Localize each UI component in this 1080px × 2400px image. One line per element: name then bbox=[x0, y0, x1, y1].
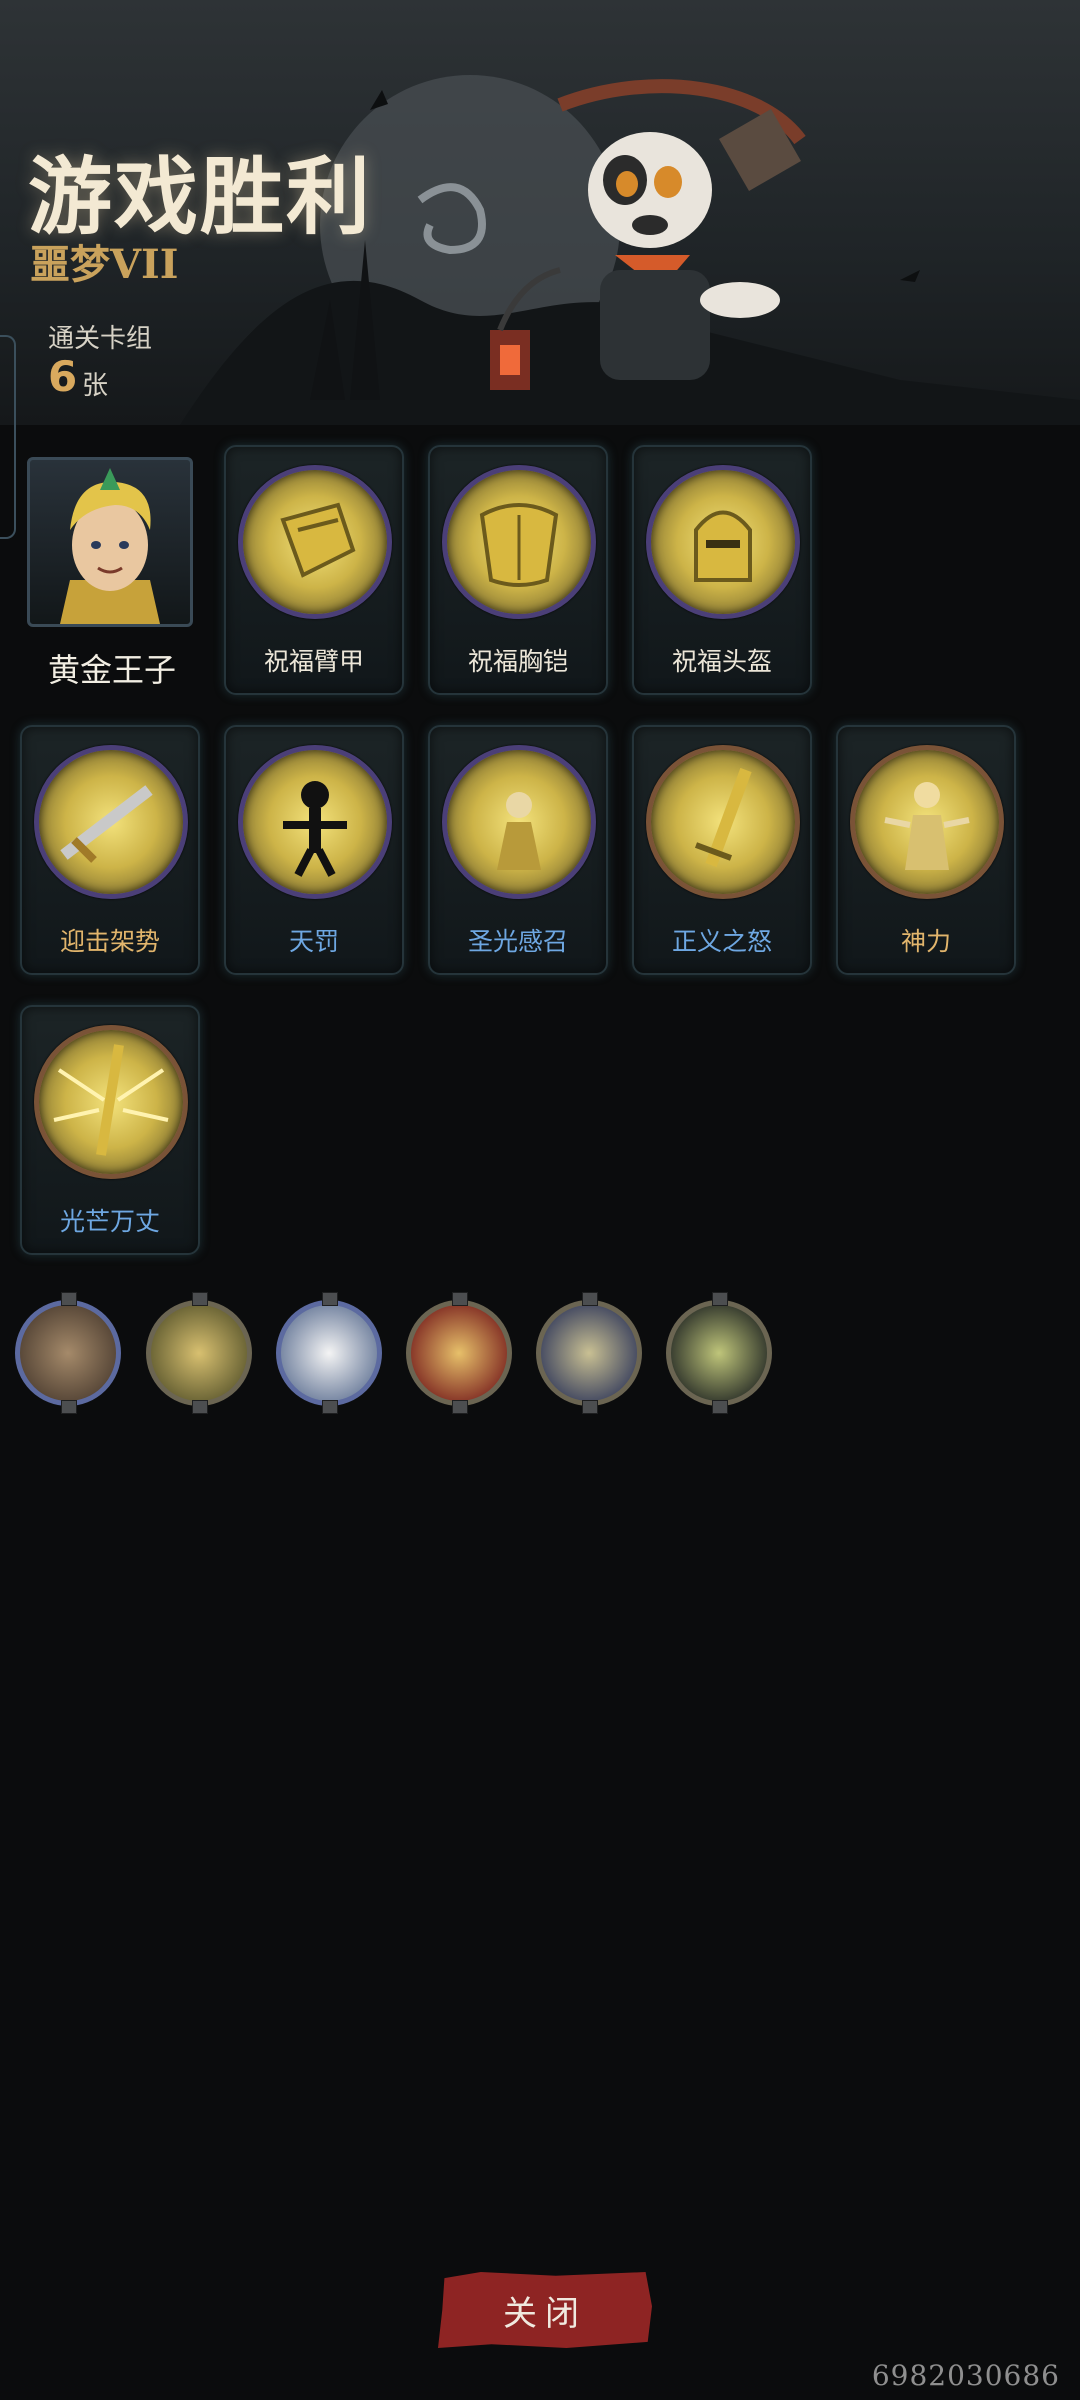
hero-portrait[interactable] bbox=[27, 457, 193, 627]
card-blessed-armguard[interactable]: 祝福臂甲 bbox=[224, 445, 404, 695]
card-blessed-breastplate[interactable]: 祝福胸铠 bbox=[428, 445, 608, 695]
pin bbox=[452, 1400, 468, 1414]
card-blessed-helmet[interactable]: 祝福头盔 bbox=[632, 445, 812, 695]
card-divine-punishment[interactable]: 天罚 bbox=[224, 725, 404, 975]
card-label: 祝福头盔 bbox=[671, 647, 772, 676]
card-label: 正义之怒 bbox=[671, 927, 772, 956]
companion-dark-scene[interactable] bbox=[666, 1292, 772, 1414]
blessed-helmet-icon bbox=[646, 465, 800, 619]
deck-count: 6 bbox=[48, 352, 78, 401]
pin bbox=[61, 1292, 77, 1306]
deck-label: 通关卡组 bbox=[48, 324, 153, 354]
pin bbox=[582, 1400, 598, 1414]
pin bbox=[582, 1292, 598, 1306]
righteous-fury-sword-icon bbox=[646, 745, 800, 899]
card-holy-light-summon[interactable]: 圣光感召 bbox=[428, 725, 608, 975]
white-cat-portrait-icon bbox=[276, 1300, 382, 1406]
pin bbox=[192, 1292, 208, 1306]
card-radiant-light[interactable]: 光芒万丈 bbox=[20, 1005, 200, 1255]
pin bbox=[712, 1400, 728, 1414]
pin bbox=[712, 1292, 728, 1306]
deck-unit: 张 bbox=[82, 371, 109, 401]
card-label: 圣光感召 bbox=[467, 927, 568, 956]
card-counter-stance[interactable]: 迎击架势 bbox=[20, 725, 200, 975]
blessed-armguard-icon bbox=[238, 465, 392, 619]
divine-power-figure-icon bbox=[850, 745, 1004, 899]
close-button[interactable]: 关闭 bbox=[438, 2272, 652, 2348]
pin bbox=[452, 1292, 468, 1306]
pin bbox=[322, 1400, 338, 1414]
dark-scene-portrait-icon bbox=[666, 1300, 772, 1406]
golden-knight-portrait-icon bbox=[146, 1300, 252, 1406]
companion-golden-knight[interactable] bbox=[146, 1292, 252, 1414]
golden-prince-portrait-icon bbox=[60, 468, 160, 624]
hero-name: 黄金王子 bbox=[47, 651, 176, 689]
card-label: 迎击架势 bbox=[59, 927, 160, 956]
warrior-portrait-icon bbox=[406, 1300, 512, 1406]
companion-white-cat[interactable] bbox=[276, 1292, 382, 1414]
card-righteous-fury[interactable]: 正义之怒 bbox=[632, 725, 812, 975]
watermark-id: 6982030686 bbox=[871, 2359, 1060, 2392]
hooded-ranger-portrait-icon bbox=[536, 1300, 642, 1406]
card-label: 天罚 bbox=[288, 927, 339, 956]
side-drawer-handle[interactable] bbox=[0, 335, 16, 539]
divine-punishment-skeleton-icon bbox=[238, 745, 392, 899]
pin bbox=[322, 1292, 338, 1306]
card-label: 光芒万丈 bbox=[59, 1207, 160, 1236]
companion-raccoon[interactable] bbox=[15, 1292, 121, 1414]
card-divine-power[interactable]: 神力 bbox=[836, 725, 1016, 975]
raccoon-portrait-icon bbox=[15, 1300, 121, 1406]
holy-light-summon-icon bbox=[442, 745, 596, 899]
counter-stance-sword-icon bbox=[34, 745, 188, 899]
card-label: 神力 bbox=[900, 927, 951, 956]
card-label: 祝福臂甲 bbox=[263, 647, 364, 676]
blessed-breastplate-icon bbox=[442, 465, 596, 619]
companion-warrior[interactable] bbox=[406, 1292, 512, 1414]
radiant-sword-icon bbox=[34, 1025, 188, 1179]
companion-hooded-ranger[interactable] bbox=[536, 1292, 642, 1414]
pin bbox=[192, 1400, 208, 1414]
difficulty-label: 噩梦VII bbox=[30, 241, 179, 288]
card-label: 祝福胸铠 bbox=[467, 647, 568, 676]
pin bbox=[61, 1400, 77, 1414]
